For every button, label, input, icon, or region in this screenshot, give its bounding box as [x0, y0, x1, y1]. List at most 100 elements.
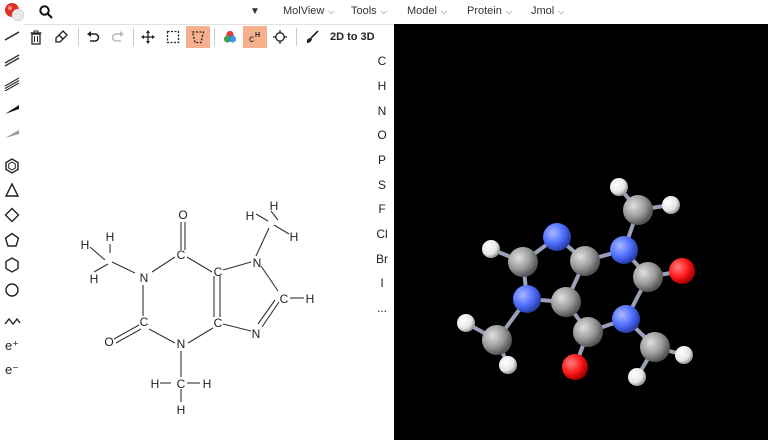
atom-h-methyl-left-3[interactable]: H [90, 272, 99, 286]
benzene-tool[interactable] [2, 156, 22, 176]
atom-c-top[interactable]: C [177, 248, 186, 262]
single-bond-tool[interactable] [2, 26, 22, 46]
charge-minus-tool[interactable]: e⁻ [2, 360, 22, 380]
atom-3d-hydrogen[interactable] [499, 356, 517, 374]
svg-text:c: c [249, 34, 254, 44]
atom-h-methyl-bottom-3[interactable]: H [177, 403, 186, 417]
atom-3d-nitrogen[interactable] [610, 236, 638, 264]
element-cl[interactable]: Cl [370, 227, 394, 241]
cyclopropane-tool[interactable] [2, 180, 22, 200]
move-button[interactable] [136, 26, 160, 48]
color-mode-button[interactable] [218, 26, 242, 48]
triple-bond-tool[interactable] [2, 74, 22, 94]
menu-tools[interactable]: Tools ⌵ [351, 5, 387, 17]
atom-3d-nitrogen[interactable] [513, 285, 541, 313]
element-h[interactable]: H [370, 79, 394, 93]
atom-c-imidazole[interactable]: C [280, 292, 289, 306]
element-more[interactable]: ... [370, 301, 394, 315]
chain-tool[interactable] [2, 312, 22, 332]
atom-n-imidazole-bottom[interactable]: N [252, 327, 261, 341]
atom-c-methyl-bottom[interactable]: C [177, 377, 186, 391]
atom-3d-hydrogen[interactable] [457, 314, 475, 332]
search-dropdown-toggle[interactable]: ▼ [250, 6, 260, 17]
atom-3d-hydrogen[interactable] [628, 368, 646, 386]
atom-3d-nitrogen[interactable] [612, 305, 640, 333]
atom-c-left[interactable]: C [140, 315, 149, 329]
atom-3d-oxygen[interactable] [562, 354, 588, 380]
atom-3d-hydrogen[interactable] [610, 178, 628, 196]
hash-bond-icon [5, 130, 19, 138]
toolbar-divider [296, 28, 297, 46]
sketch-canvas[interactable]: O C N C O N C C N C H N H H H H H H C H … [24, 50, 370, 440]
element-s[interactable]: S [370, 178, 394, 192]
element-c[interactable]: C [370, 54, 394, 68]
menu-protein[interactable]: Protein ⌵ [467, 5, 512, 17]
clean-structure-button[interactable] [300, 26, 324, 48]
menu-model[interactable]: Model ⌵ [407, 5, 447, 17]
atom-h-methyl-top-1[interactable]: H [270, 199, 279, 213]
atom-3d-carbon[interactable] [623, 195, 653, 225]
atom-h-imidazole[interactable]: H [306, 292, 315, 306]
cyclobutane-tool[interactable] [2, 205, 22, 225]
double-bond-tool[interactable] [2, 50, 22, 70]
atom-3d-carbon[interactable] [508, 247, 538, 277]
atom-3d-carbon[interactable] [551, 287, 581, 317]
wedge-bond-tool[interactable] [2, 100, 22, 120]
lasso-select-button[interactable] [186, 26, 210, 48]
2d-to-3d-button[interactable]: 2D to 3D [330, 31, 375, 43]
undo-icon [87, 31, 100, 42]
atom-3d-carbon[interactable] [482, 325, 512, 355]
atom-n-imidazole-top[interactable]: N [253, 256, 262, 270]
atom-c-ring-top[interactable]: C [214, 265, 223, 279]
element-f[interactable]: F [370, 202, 394, 216]
skeletal-formula-button[interactable]: cH [243, 26, 267, 48]
atom-3d-hydrogen[interactable] [675, 346, 693, 364]
atom-c-ring-bottom[interactable]: C [214, 316, 223, 330]
atom-3d-carbon[interactable] [570, 246, 600, 276]
atom-o-top[interactable]: O [178, 208, 187, 222]
hash-bond-tool[interactable] [2, 124, 22, 144]
atom-3d-carbon[interactable] [640, 332, 670, 362]
3d-model-viewer[interactable] [394, 24, 768, 440]
center-view-button[interactable] [268, 26, 292, 48]
menu-molview[interactable]: MolView ⌵ [283, 5, 334, 17]
cyclohexane-tool[interactable] [2, 255, 22, 275]
chevron-down-icon: ⌵ [328, 7, 335, 16]
atom-h-methyl-left-1[interactable]: H [106, 230, 115, 244]
circle-ring-icon [5, 283, 19, 297]
atom-h-methyl-bottom-2[interactable]: H [203, 377, 212, 391]
atom-3d-hydrogen[interactable] [662, 196, 680, 214]
element-n[interactable]: N [370, 104, 394, 118]
clear-button[interactable] [24, 26, 48, 48]
cyclopentane-tool[interactable] [2, 230, 22, 250]
menu-jmol[interactable]: Jmol ⌵ [531, 5, 564, 17]
atom-h-methyl-top-3[interactable]: H [290, 230, 299, 244]
atom-h-methyl-left-2[interactable]: H [81, 238, 90, 252]
atom-3d-oxygen[interactable] [669, 258, 695, 284]
element-p[interactable]: P [370, 153, 394, 167]
atom-3d-carbon[interactable] [573, 317, 603, 347]
cycloheptane-tool[interactable] [2, 280, 22, 300]
element-o[interactable]: O [370, 128, 394, 142]
atom-3d-nitrogen[interactable] [543, 223, 571, 251]
charge-plus-tool[interactable]: e⁺ [2, 336, 22, 356]
rect-select-button[interactable] [161, 26, 185, 48]
undo-button[interactable] [81, 26, 105, 48]
element-i[interactable]: I [370, 276, 394, 290]
atom-o-left[interactable]: O [104, 335, 113, 349]
erase-button[interactable] [49, 26, 73, 48]
atom-h-methyl-top-2[interactable]: H [246, 209, 255, 223]
atom-h-methyl-bottom-1[interactable]: H [151, 377, 160, 391]
atom-n-bottom[interactable]: N [177, 337, 186, 351]
skeletal-formula-icon: cH [249, 32, 260, 44]
molview-logo[interactable] [4, 2, 26, 22]
atom-3d-carbon[interactable] [633, 262, 663, 292]
element-br[interactable]: Br [370, 252, 394, 266]
redo-button[interactable] [106, 26, 130, 48]
atom-n-left[interactable]: N [140, 271, 149, 285]
double-bond-icon [4, 54, 20, 67]
wedge-bond-icon [5, 105, 19, 114]
triangle-ring-icon [4, 182, 20, 197]
atom-3d-hydrogen[interactable] [482, 240, 500, 258]
search-icon[interactable] [38, 4, 54, 20]
